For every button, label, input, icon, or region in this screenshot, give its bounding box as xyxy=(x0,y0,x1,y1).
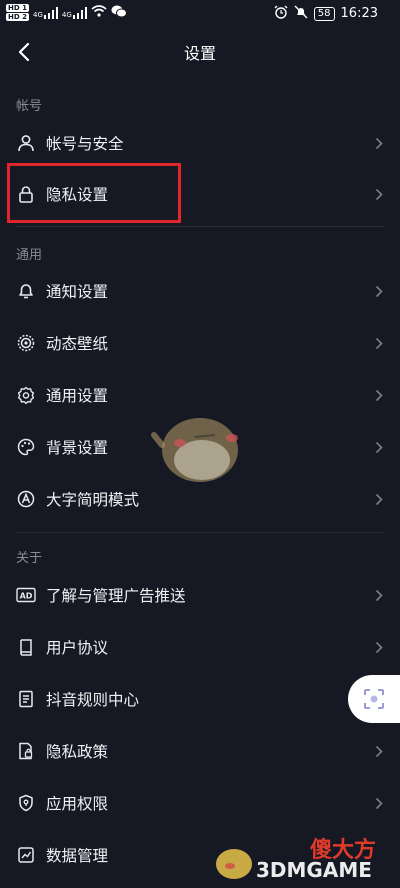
clock-time: 16:23 xyxy=(340,6,378,21)
chevron-right-icon xyxy=(374,492,384,506)
book-icon xyxy=(16,637,36,657)
signal-2-label: 4G xyxy=(61,10,72,19)
section-title-general: 通用 xyxy=(16,248,43,263)
settings-item-label: 数据管理 xyxy=(46,847,109,865)
watermark-mascot-icon xyxy=(151,418,238,482)
font-size-icon xyxy=(16,489,36,509)
watermark-brand-text: 3DMGAME xyxy=(256,858,372,882)
section-title-account: 帐号 xyxy=(16,99,43,114)
signal-2-icon: 4G xyxy=(61,6,87,19)
chevron-right-icon xyxy=(374,284,384,298)
settings-item-rules-center[interactable]: 抖音规则中心 xyxy=(0,675,400,723)
wallpaper-icon xyxy=(16,333,36,353)
wechat-icon xyxy=(111,5,127,21)
chevron-right-icon xyxy=(374,136,384,150)
settings-item-label: 背景设置 xyxy=(46,439,109,457)
settings-item-label: 了解与管理广告推送 xyxy=(46,587,186,605)
settings-item-label: 抖音规则中心 xyxy=(46,691,140,709)
hd1-badge: HD 1 xyxy=(6,4,29,12)
chevron-right-icon xyxy=(374,187,384,201)
chevron-right-icon xyxy=(374,744,384,758)
highlight-box xyxy=(7,163,181,223)
shield-icon xyxy=(16,793,36,813)
settings-item-label: 帐号与安全 xyxy=(46,135,124,153)
svg-text:AD: AD xyxy=(20,592,33,601)
user-icon xyxy=(16,133,36,153)
bell-icon xyxy=(16,281,36,301)
settings-item-privacy-policy[interactable]: 隐私政策 xyxy=(0,727,400,775)
settings-item-user-agreement[interactable]: 用户协议 xyxy=(0,623,400,671)
settings-item-label: 用户协议 xyxy=(46,639,109,657)
settings-item-account-security[interactable]: 帐号与安全 xyxy=(0,119,400,167)
settings-item-label: 应用权限 xyxy=(46,795,109,813)
settings-item-label: 通用设置 xyxy=(46,387,109,405)
chevron-right-icon xyxy=(374,796,384,810)
battery-indicator: 58 xyxy=(313,6,335,21)
settings-item-notifications[interactable]: 通知设置 xyxy=(0,267,400,315)
ad-icon: AD xyxy=(16,585,36,605)
settings-item-label: 通知设置 xyxy=(46,283,109,301)
settings-item-app-permissions[interactable]: 应用权限 xyxy=(0,779,400,827)
floating-shortcut-button[interactable] xyxy=(348,675,400,723)
chevron-right-icon xyxy=(374,640,384,654)
section-divider xyxy=(16,532,384,533)
settings-item-label: 动态壁纸 xyxy=(46,335,109,353)
settings-item-label: 隐私政策 xyxy=(46,743,109,761)
settings-item-ad-management[interactable]: AD 了解与管理广告推送 xyxy=(0,571,400,619)
gear-icon xyxy=(16,385,36,405)
status-bar: HD 1 HD 2 4G 4G 58 16:23 xyxy=(0,0,400,28)
document-icon xyxy=(16,689,36,709)
mute-icon xyxy=(294,5,308,22)
hd2-badge: HD 2 xyxy=(6,13,29,21)
privacy-policy-icon xyxy=(16,741,36,761)
chevron-right-icon xyxy=(374,388,384,402)
data-icon xyxy=(16,845,36,865)
scan-icon xyxy=(364,689,384,709)
section-title-about: 关于 xyxy=(16,551,43,566)
wifi-icon xyxy=(91,5,107,20)
signal-1-icon: 4G xyxy=(32,6,58,19)
page-title: 设置 xyxy=(183,44,216,63)
alarm-icon xyxy=(274,5,288,22)
chevron-right-icon xyxy=(374,588,384,602)
chevron-right-icon xyxy=(374,336,384,350)
palette-icon xyxy=(16,437,36,457)
settings-item-label: 大字简明模式 xyxy=(46,491,140,509)
navigation-bar: 设置 xyxy=(0,30,400,74)
chevron-right-icon xyxy=(374,440,384,454)
settings-item-live-wallpaper[interactable]: 动态壁纸 xyxy=(0,319,400,367)
section-divider xyxy=(16,226,384,227)
signal-1-label: 4G xyxy=(32,10,43,19)
